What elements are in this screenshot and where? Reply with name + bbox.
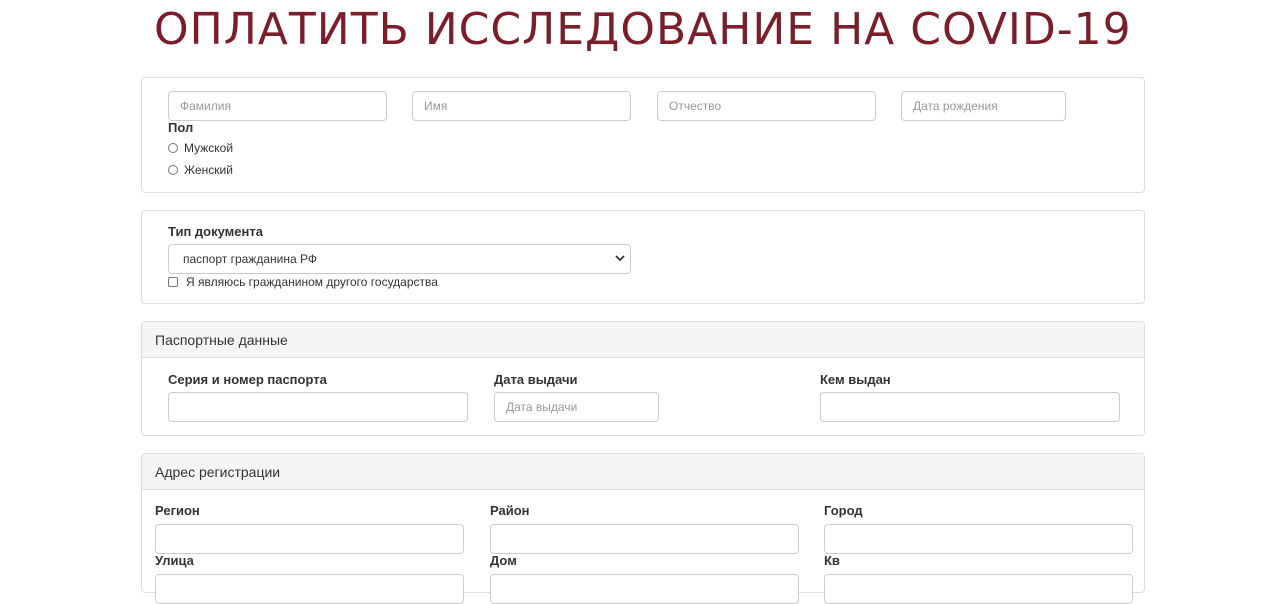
issued-by-input[interactable] <box>820 392 1120 422</box>
document-type-select[interactable]: паспорт гражданина РФ <box>168 244 631 274</box>
region-label: Регион <box>155 503 200 518</box>
city-input[interactable] <box>824 524 1133 554</box>
first-name-input[interactable] <box>412 91 631 121</box>
district-label: Район <box>490 503 530 518</box>
street-label: Улица <box>155 553 194 568</box>
street-input[interactable] <box>155 574 464 604</box>
gender-label: Пол <box>168 120 194 135</box>
passport-series-label: Серия и номер паспорта <box>168 372 327 387</box>
issue-date-input[interactable] <box>494 392 659 422</box>
chevron-down-icon <box>615 255 625 262</box>
apartment-label: Кв <box>824 553 840 568</box>
issue-date-label: Дата выдачи <box>494 372 578 387</box>
document-type-label: Тип документа <box>168 224 263 239</box>
gender-option-female[interactable]: Женский <box>168 163 233 177</box>
district-input[interactable] <box>490 524 799 554</box>
male-radio-label: Мужской <box>184 141 234 155</box>
foreign-citizen-checkbox[interactable] <box>168 277 178 287</box>
male-radio[interactable] <box>168 143 178 153</box>
foreign-citizen-option[interactable]: Я являюсь гражданином другого государств… <box>168 275 438 289</box>
last-name-input[interactable] <box>168 91 387 121</box>
house-label: Дом <box>490 553 517 568</box>
address-panel: Адрес регистрации Регион Район Город Ули… <box>141 453 1145 604</box>
apartment-input[interactable] <box>824 574 1133 604</box>
page-title: ОПЛАТИТЬ ИССЛЕДОВАНИЕ НА COVID-19 <box>154 4 1132 55</box>
passport-panel-heading: Паспортные данные <box>142 322 1144 358</box>
passport-series-input[interactable] <box>168 392 468 422</box>
gender-option-male[interactable]: Мужской <box>168 141 233 155</box>
female-radio[interactable] <box>168 165 178 175</box>
issued-by-label: Кем выдан <box>820 372 891 387</box>
personal-data-panel: Пол Мужской Женский <box>141 77 1145 193</box>
foreign-citizen-label: Я являюсь гражданином другого государств… <box>186 275 438 289</box>
city-label: Город <box>824 503 863 518</box>
birthdate-input[interactable] <box>901 91 1066 121</box>
document-type-panel: Тип документа паспорт гражданина РФ Я яв… <box>141 210 1145 304</box>
passport-panel: Паспортные данные Серия и номер паспорта… <box>141 321 1145 436</box>
document-type-value: паспорт гражданина РФ <box>183 252 317 266</box>
house-input[interactable] <box>490 574 799 604</box>
patronymic-input[interactable] <box>657 91 876 121</box>
address-panel-heading: Адрес регистрации <box>142 454 1144 490</box>
female-radio-label: Женский <box>184 163 233 177</box>
region-input[interactable] <box>155 524 464 554</box>
